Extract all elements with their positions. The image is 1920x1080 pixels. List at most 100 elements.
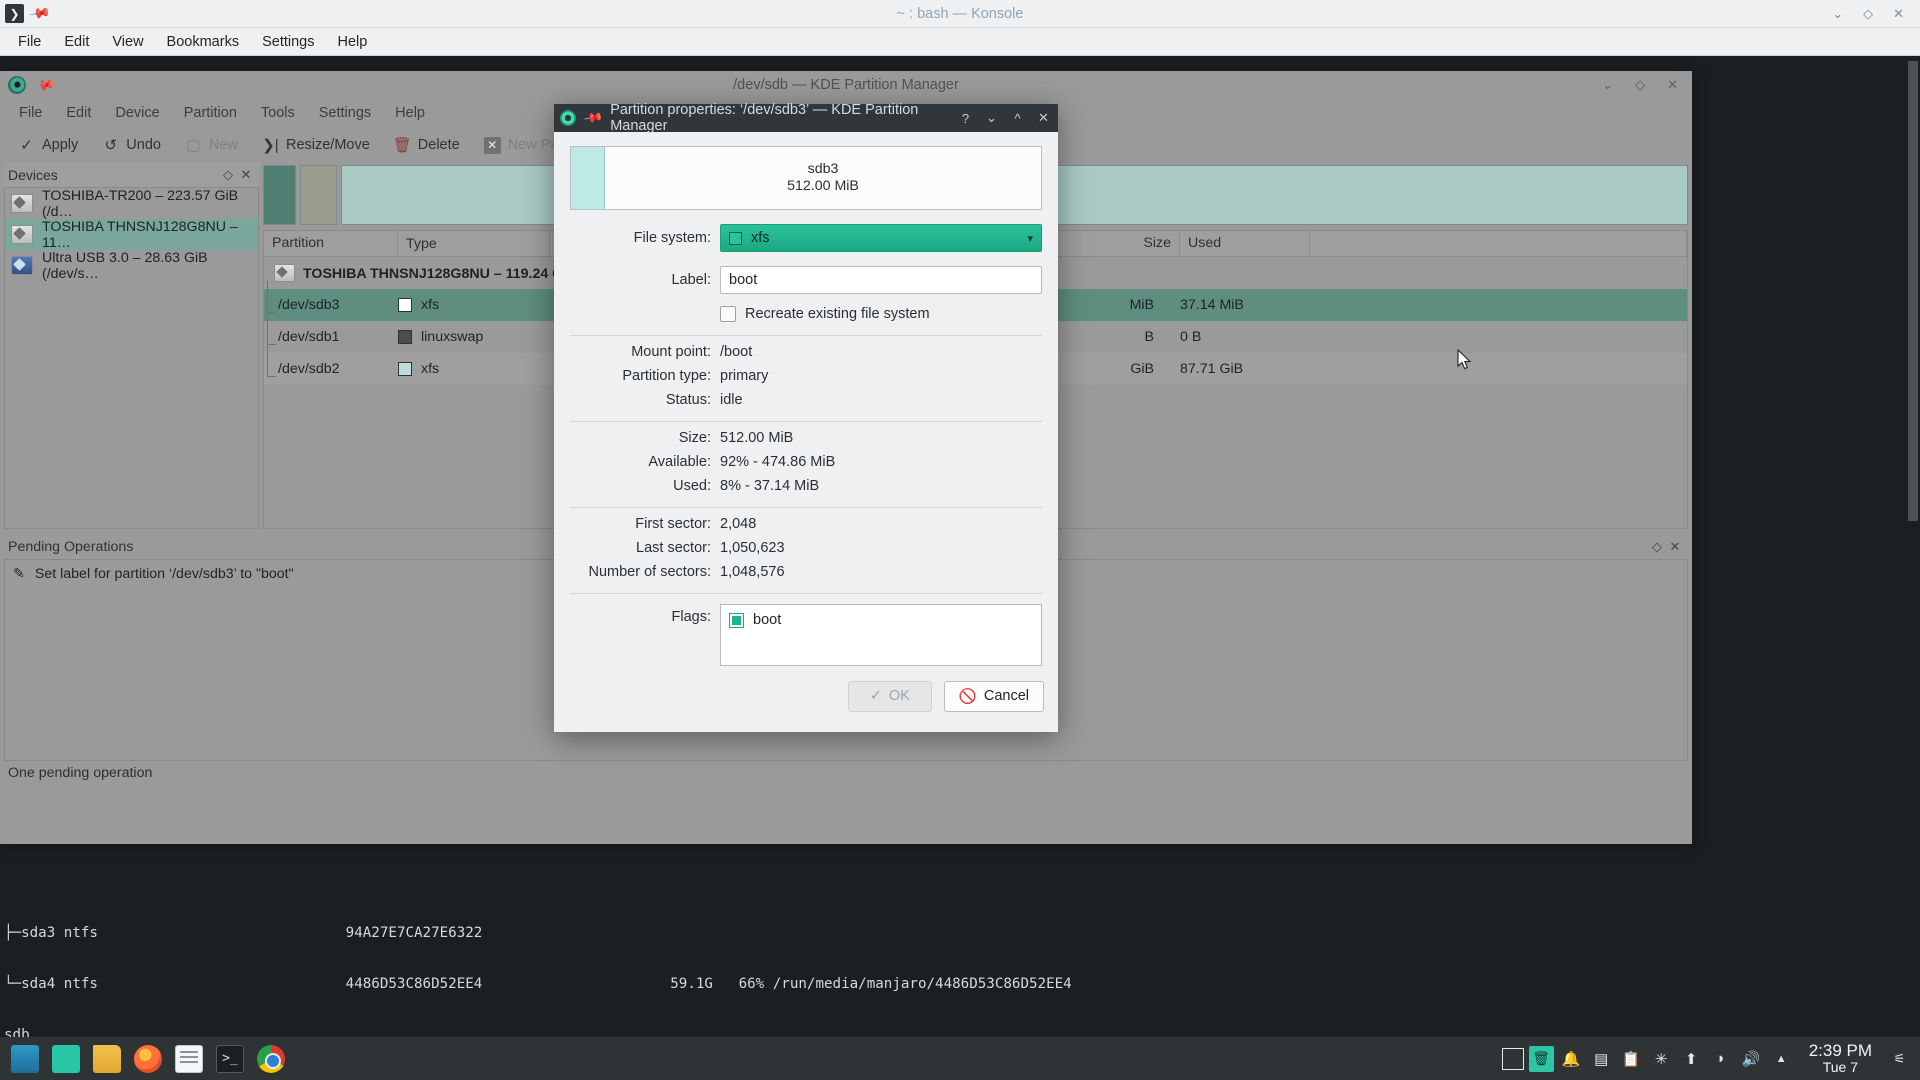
cell-size: GiB (1130, 361, 1154, 377)
preview-partition-name: sdb3 (807, 161, 839, 177)
recreate-filesystem-checkbox[interactable] (720, 306, 736, 322)
device-item-ultra-usb[interactable]: Ultra USB 3.0 – 28.63 GiB (/dev/s… (5, 249, 258, 282)
file-manager-icon[interactable] (88, 1040, 126, 1078)
menu-tools[interactable]: Tools (250, 101, 306, 125)
clock-date: Tue 7 (1822, 1058, 1858, 1075)
menu-settings[interactable]: Settings (308, 101, 382, 125)
graph-segment-sdb3[interactable] (263, 165, 296, 225)
pin-icon[interactable]: 📌 (28, 2, 51, 26)
menu-settings[interactable]: Settings (252, 30, 324, 54)
dialog-title: Partition properties: ‘/dev/sdb3’ — KDE … (610, 102, 919, 134)
usb-drive-icon (11, 256, 33, 275)
delete-button[interactable]: 🗑 Delete (384, 133, 470, 158)
show-hidden-icons-icon[interactable]: ▲ (1769, 1046, 1794, 1072)
apply-button[interactable]: ✓ Apply (8, 133, 88, 158)
minimize-button[interactable]: ⌄ (1832, 6, 1843, 22)
label-input[interactable]: boot (720, 266, 1042, 294)
close-icon[interactable]: ✕ (1666, 539, 1684, 555)
menu-file[interactable]: File (8, 30, 51, 54)
clipboard-icon[interactable]: 📋 (1619, 1046, 1644, 1072)
kpm-logo-icon (560, 110, 576, 126)
close-button[interactable]: ✕ (1893, 6, 1904, 22)
last-sector-row: Last sector: 1,050,623 (570, 540, 1042, 556)
text-editor-icon[interactable] (170, 1040, 208, 1078)
filesystem-combobox[interactable]: xfs ▾ (720, 224, 1042, 252)
menu-help[interactable]: Help (327, 30, 377, 54)
list-item[interactable]: boot (729, 612, 1033, 628)
chrome-icon[interactable] (252, 1040, 290, 1078)
menu-partition[interactable]: Partition (173, 101, 248, 125)
hard-disk-icon (11, 194, 33, 213)
menu-help[interactable]: Help (384, 101, 436, 125)
column-used[interactable]: Used (1180, 231, 1310, 256)
help-button[interactable]: ? (957, 111, 974, 126)
column-partition[interactable]: Partition (264, 231, 398, 256)
flags-list[interactable]: boot (720, 604, 1042, 666)
close-button[interactable]: ✕ (1035, 110, 1052, 126)
device-item-toshiba-thnsnj[interactable]: TOSHIBA THNSNJ128G8NU – 11… (5, 219, 258, 251)
updates-icon[interactable]: ⬆ (1679, 1046, 1704, 1072)
undo-button[interactable]: ↺ Undo (92, 133, 171, 158)
trash-icon[interactable]: 🗑 (1528, 1045, 1554, 1072)
menu-file[interactable]: File (8, 101, 53, 125)
network-icon[interactable]: ◗ (1709, 1046, 1734, 1072)
minimize-button[interactable]: ⌄ (983, 110, 1000, 126)
mount-point-label: Mount point: (631, 344, 711, 360)
clock-widget[interactable]: 2:39 PM Tue 7 (1799, 1042, 1882, 1076)
maximize-button[interactable]: ^ (1009, 111, 1026, 126)
pin-icon[interactable]: 📌 (582, 107, 604, 129)
scrollbar-thumb[interactable] (1908, 61, 1918, 521)
page-icon: ▢ (186, 137, 201, 154)
removable-device-icon[interactable]: ▤ (1589, 1046, 1614, 1072)
window-list-icon[interactable] (1501, 1047, 1524, 1070)
partition-preview: sdb3 512.00 MiB (570, 146, 1042, 210)
device-item-toshiba-tr200[interactable]: TOSHIBA-TR200 – 223.57 GiB (/d… (5, 188, 258, 220)
mouse-cursor (1457, 349, 1472, 370)
panel-settings-icon[interactable]: ⚟ (1887, 1046, 1912, 1072)
graph-segment-sdb1[interactable] (300, 165, 337, 225)
kickoff-launcher-icon[interactable] (6, 1040, 44, 1078)
menu-edit[interactable]: Edit (55, 101, 102, 125)
cell-used: 37.14 MiB (1180, 297, 1244, 313)
float-icon[interactable]: ◇ (1648, 539, 1666, 555)
volume-icon[interactable]: 🔊 (1739, 1046, 1764, 1072)
kpm-statusbar: One pending operation (0, 761, 1692, 785)
notifications-icon[interactable]: 🔔 (1559, 1046, 1584, 1072)
devices-list[interactable]: TOSHIBA-TR200 – 223.57 GiB (/d… TOSHIBA … (4, 187, 259, 529)
cancel-button[interactable]: 🚫 Cancel (943, 680, 1044, 712)
close-icon[interactable]: ✕ (237, 167, 255, 183)
konsole-titlebar: ❯ 📌 ~ : bash — Konsole ⌄ ◇ ✕ (0, 0, 1920, 28)
partition-used-bar (571, 147, 605, 209)
terminal-launcher-icon[interactable] (47, 1040, 85, 1078)
column-type[interactable]: Type (398, 231, 550, 256)
bluetooth-icon[interactable]: ✳ (1649, 1046, 1674, 1072)
taskbar-launchers: >_ (0, 1040, 290, 1078)
menu-device[interactable]: Device (104, 101, 170, 125)
devices-dock-title: Devices (8, 167, 58, 183)
resize-move-button[interactable]: ❯| Resize/Move (252, 133, 380, 158)
device-row-label: TOSHIBA THNSNJ128G8NU – 119.24 GiB (264, 264, 577, 282)
new-label: New (208, 137, 238, 153)
devices-dock-header: Devices ◇ ✕ (4, 163, 259, 187)
menu-bookmarks[interactable]: Bookmarks (157, 30, 250, 54)
boot-flag-checkbox[interactable] (729, 612, 744, 628)
konsole-icon[interactable]: >_ (211, 1040, 249, 1078)
device-label: Ultra USB 3.0 – 28.63 GiB (/dev/s… (42, 249, 208, 282)
flags-label: Flags: (671, 609, 712, 625)
delete-label: Delete (417, 137, 460, 153)
kpm-window-title: /dev/sdb — KDE Partition Manager (733, 77, 959, 93)
menu-edit[interactable]: Edit (54, 30, 99, 54)
terminal-icon[interactable]: ❯ (5, 4, 24, 23)
chevron-down-icon[interactable]: ▾ (1027, 232, 1033, 245)
label-row: Label: boot (570, 266, 1042, 294)
menu-view[interactable]: View (102, 30, 153, 54)
firefox-icon[interactable] (129, 1040, 167, 1078)
maximize-button[interactable]: ◇ (1863, 6, 1873, 22)
terminal-scrollbar[interactable] (1906, 57, 1920, 1037)
new-button: ▢ New (175, 133, 248, 158)
float-icon[interactable]: ◇ (219, 167, 237, 183)
used-label: Used: (673, 478, 711, 494)
column-size[interactable]: Size (1040, 231, 1180, 256)
last-sector-value: 1,050,623 (720, 540, 785, 556)
apply-label: Apply (42, 137, 79, 153)
